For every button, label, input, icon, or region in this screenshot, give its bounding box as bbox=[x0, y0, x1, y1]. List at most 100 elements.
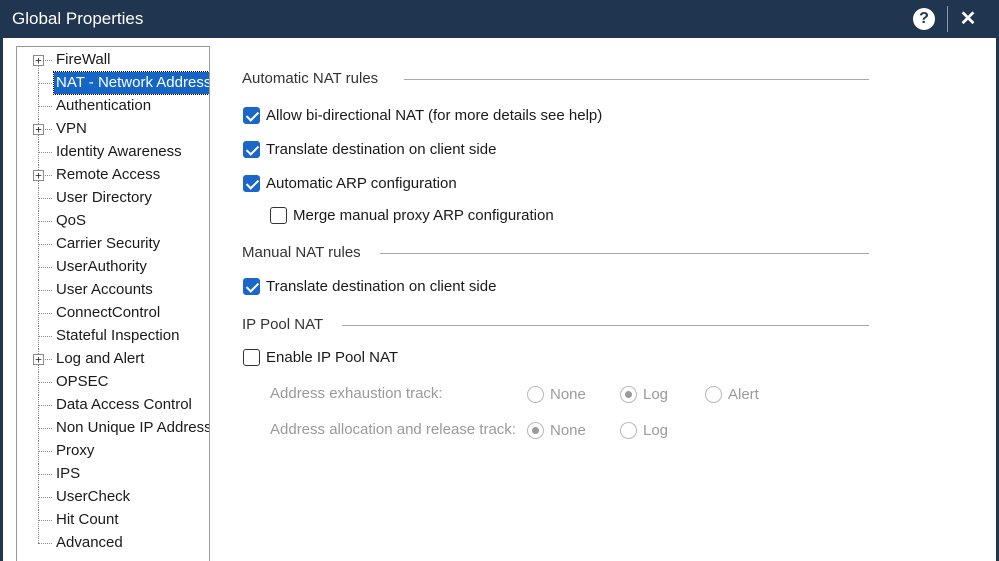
tree-item-label: Hit Count bbox=[56, 511, 119, 528]
tree-item-label: FireWall bbox=[56, 51, 111, 68]
tree-item-label: OPSEC bbox=[56, 373, 109, 390]
tree-item-label: ConnectControl bbox=[56, 304, 161, 321]
tree-item-log-and-alert[interactable]: + Log and Alert bbox=[17, 348, 209, 370]
section-title-manual-nat: Manual NAT rules bbox=[242, 244, 361, 261]
tree-connector bbox=[38, 405, 52, 406]
radio-label: Alert bbox=[728, 386, 759, 403]
title-separator bbox=[947, 6, 948, 32]
tree-item-label: Proxy bbox=[56, 442, 95, 459]
radio-label: Log bbox=[643, 386, 669, 403]
tree-connector bbox=[38, 520, 52, 521]
checkbox-box[interactable] bbox=[270, 207, 287, 224]
tree-item-vpn[interactable]: + VPN bbox=[17, 118, 209, 140]
tree-item-label: Remote Access bbox=[56, 166, 161, 183]
tree-connector bbox=[38, 106, 52, 107]
tree-item-label: VPN bbox=[56, 120, 87, 137]
tree-item-label: User Directory bbox=[56, 189, 152, 206]
tree-item-label: UserAuthority bbox=[56, 258, 147, 275]
checkbox-label: Merge manual proxy ARP configuration bbox=[293, 207, 554, 224]
section-divider bbox=[342, 325, 869, 326]
checkbox-box[interactable] bbox=[243, 349, 260, 366]
tree-item-carrier-security[interactable]: Carrier Security bbox=[17, 233, 209, 255]
section-divider bbox=[404, 79, 869, 80]
tree-item-label: Log and Alert bbox=[56, 350, 145, 367]
tree-item-user-accounts[interactable]: User Accounts bbox=[17, 279, 209, 301]
expand-icon[interactable]: + bbox=[33, 354, 44, 365]
radio-circle[interactable] bbox=[705, 386, 722, 403]
tree-item-usercheck[interactable]: UserCheck bbox=[17, 486, 209, 508]
expand-icon[interactable]: + bbox=[33, 55, 44, 66]
tree-connector bbox=[38, 382, 52, 383]
window-title: Global Properties bbox=[12, 9, 144, 28]
tree-item-remote-access[interactable]: + Remote Access bbox=[17, 164, 209, 186]
tree-connector bbox=[38, 83, 52, 84]
tree-item-identity-awareness[interactable]: Identity Awareness bbox=[17, 141, 209, 163]
tree-item-label: Authentication bbox=[56, 97, 152, 114]
title-bar: Global Properties ? ✕ bbox=[0, 0, 999, 38]
tree-connector bbox=[38, 451, 52, 452]
checkbox-label: Translate destination on client side bbox=[266, 278, 497, 295]
tree-item-qos[interactable]: QoS bbox=[17, 210, 209, 232]
tree-item-advanced[interactable]: Advanced bbox=[17, 532, 209, 554]
radio-circle[interactable] bbox=[620, 386, 637, 403]
tree-item-user-directory[interactable]: User Directory bbox=[17, 187, 209, 209]
checkbox-label: Automatic ARP configuration bbox=[266, 175, 457, 192]
tree-connector bbox=[38, 336, 52, 337]
radio-label: Log bbox=[643, 422, 669, 439]
radio-circle[interactable] bbox=[620, 422, 637, 439]
tree-connector bbox=[38, 221, 52, 222]
checkbox-box[interactable] bbox=[243, 175, 260, 192]
radio-circle[interactable] bbox=[527, 422, 544, 439]
checkbox-label: Enable IP Pool NAT bbox=[266, 349, 399, 366]
tree-connector bbox=[38, 313, 52, 314]
tree-item-label: NAT - Network Address Translation bbox=[53, 71, 209, 95]
tree-item-authentication[interactable]: Authentication bbox=[17, 95, 209, 117]
tree-item-label: Identity Awareness bbox=[56, 143, 182, 160]
checkbox-label: Allow bi-directional NAT (for more detai… bbox=[266, 107, 603, 124]
radio-label: None bbox=[550, 386, 586, 403]
tree-connector bbox=[38, 267, 52, 268]
expand-icon[interactable]: + bbox=[33, 124, 44, 135]
address-allocation-track-label: Address allocation and release track: bbox=[270, 421, 516, 438]
help-button[interactable]: ? bbox=[913, 8, 935, 30]
tree-item-label: QoS bbox=[56, 212, 87, 229]
tree-item-ips[interactable]: IPS bbox=[17, 463, 209, 485]
address-exhaustion-track-label: Address exhaustion track: bbox=[270, 385, 443, 402]
tree-item-label: Data Access Control bbox=[56, 396, 192, 413]
tree-item-label: IPS bbox=[56, 465, 81, 482]
tree-item-stateful-inspection[interactable]: Stateful Inspection bbox=[17, 325, 209, 347]
expand-icon[interactable]: + bbox=[33, 170, 44, 181]
tree-item-label: Advanced bbox=[56, 534, 123, 551]
tree-item-data-access-control[interactable]: Data Access Control bbox=[17, 394, 209, 416]
tree-connector bbox=[38, 497, 52, 498]
checkbox-box[interactable] bbox=[243, 141, 260, 158]
tree-item-hit-count[interactable]: Hit Count bbox=[17, 509, 209, 531]
tree-item-userauthority[interactable]: UserAuthority bbox=[17, 256, 209, 278]
tree-connector bbox=[38, 474, 52, 475]
tree-item-label: Carrier Security bbox=[56, 235, 161, 252]
tree-connector bbox=[38, 244, 52, 245]
tree-item-opsec[interactable]: OPSEC bbox=[17, 371, 209, 393]
tree-item-label: UserCheck bbox=[56, 488, 131, 505]
tree-item-nat[interactable]: NAT - Network Address Translation bbox=[17, 71, 209, 95]
tree-connector bbox=[38, 290, 52, 291]
close-button[interactable]: ✕ bbox=[957, 6, 979, 32]
tree-item-label: Non Unique IP Address Ranges bbox=[56, 419, 210, 436]
tree-item-label: Stateful Inspection bbox=[56, 327, 180, 344]
properties-tree[interactable]: + FireWall NAT - Network Address Transla… bbox=[16, 46, 210, 561]
checkbox-label: Translate destination on client side bbox=[266, 141, 497, 158]
checkbox-box[interactable] bbox=[243, 278, 260, 295]
tree-connector bbox=[38, 152, 52, 153]
section-divider bbox=[380, 253, 869, 254]
tree-item-proxy[interactable]: Proxy bbox=[17, 440, 209, 462]
tree-item-non-unique-ip[interactable]: Non Unique IP Address Ranges bbox=[17, 417, 210, 439]
tree-connector bbox=[38, 532, 39, 543]
radio-circle[interactable] bbox=[527, 386, 544, 403]
checkbox-box[interactable] bbox=[243, 107, 260, 124]
radio-label: None bbox=[550, 422, 586, 439]
tree-connector bbox=[38, 543, 52, 544]
tree-item-firewall[interactable]: + FireWall bbox=[17, 49, 209, 71]
tree-connector bbox=[38, 198, 52, 199]
tree-item-connectcontrol[interactable]: ConnectControl bbox=[17, 302, 209, 324]
section-title-ip-pool-nat: IP Pool NAT bbox=[242, 316, 324, 333]
